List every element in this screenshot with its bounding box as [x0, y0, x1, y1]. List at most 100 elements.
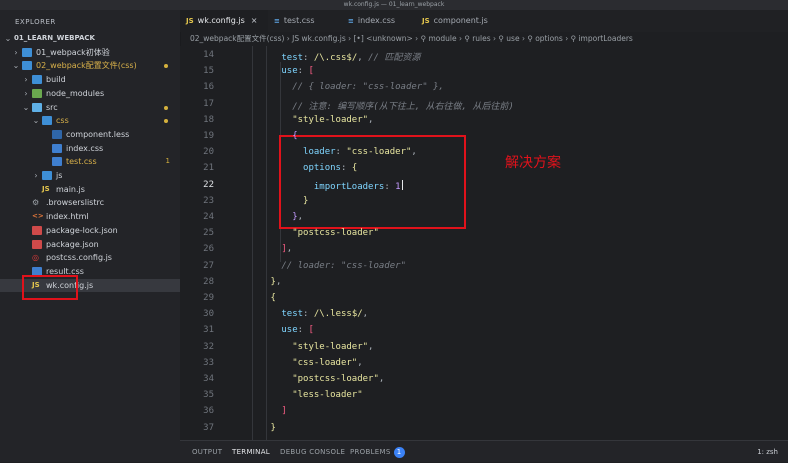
chevron-right-icon[interactable]: › [32, 169, 40, 182]
line-number: 18 [203, 114, 214, 125]
tab-component-js[interactable]: JS component.js [416, 10, 500, 32]
code-line[interactable]: { [238, 293, 276, 303]
line-number: 34 [203, 374, 214, 384]
code-line[interactable]: ], [238, 244, 292, 254]
code-line[interactable]: } [238, 423, 276, 433]
line-number: 28 [203, 276, 214, 287]
breadcrumb[interactable]: 02_webpack配置文件(css) › JS wk.config.js › … [180, 32, 788, 46]
tree-item-label: package-lock.json [46, 225, 118, 235]
css-file-icon [52, 143, 62, 153]
code-line[interactable]: // { loader: "css-loader" }, [238, 82, 444, 92]
code-line[interactable]: } [238, 196, 308, 206]
tree-item-label: index.html [46, 212, 89, 222]
line-number: 23 [203, 195, 214, 206]
less-file-icon [52, 129, 62, 139]
tree-item[interactable]: ⚙ .browserslistrc [0, 196, 180, 209]
close-icon[interactable]: × [251, 16, 258, 25]
code-line[interactable]: "style-loader", [238, 342, 373, 352]
tree-item[interactable]: package-lock.json [0, 224, 180, 237]
tree-item[interactable]: ⌄ 01_LEARN_WEBPACK [0, 32, 180, 45]
panel-tab-problems[interactable]: PROBLEMS 1 [350, 441, 405, 463]
tree-item[interactable]: <> index.html [0, 210, 180, 223]
json-file-icon [32, 225, 42, 235]
editor-tabs: JS wk.config.js × ≡ test.css ≡ index.css JS comp… [180, 10, 788, 32]
tab-test-css[interactable]: ≡ test.css [268, 10, 342, 32]
code-line[interactable]: loader: "css-loader", [238, 147, 417, 157]
line-number: 19 [203, 131, 214, 141]
tree-item-label: build [46, 75, 66, 85]
tree-item[interactable]: ⌄ 02_webpack配置文件(css) [0, 59, 180, 72]
line-number: 15 [203, 66, 214, 77]
chevron-down-icon[interactable]: ⌄ [22, 101, 30, 114]
folder-css-icon [42, 116, 52, 126]
terminal-shell-select[interactable]: 1: zsh [757, 441, 778, 463]
code-line[interactable]: // 注意: 编写顺序(从下往上, 从右往做, 从后往前) [238, 99, 514, 112]
explorer-header: EXPLORER [15, 18, 56, 26]
line-number: 30 [203, 309, 214, 320]
code-line[interactable]: options: { [238, 163, 357, 173]
code-line[interactable]: { [238, 131, 297, 141]
tab-wk-config-js[interactable]: JS wk.config.js × [180, 10, 268, 32]
line-number: 17 [203, 98, 214, 109]
code-line[interactable]: use: [ [238, 325, 314, 335]
problem-count: 1 [165, 157, 170, 166]
line-number: 16 [203, 82, 214, 93]
tree-item-label: 01_webpack初体验 [36, 47, 110, 57]
problems-badge: 1 [393, 447, 405, 458]
tree-item[interactable]: › 01_webpack初体验 [0, 46, 180, 59]
line-number: 29 [203, 293, 214, 303]
panel-tab-debug-console[interactable]: DEBUG CONSOLE [280, 441, 345, 463]
tree-item[interactable]: component.less [0, 128, 180, 141]
line-number: 24 [203, 212, 214, 222]
code-line[interactable]: "postcss-loader" [238, 228, 379, 238]
tree-item[interactable]: › build [0, 73, 180, 86]
explorer-sidebar: EXPLORER ⌄ 01_LEARN_WEBPACK › 01_webpack初体验… [0, 10, 181, 462]
code-line[interactable]: "css-loader", [238, 358, 362, 368]
code-line[interactable]: }, [238, 212, 303, 222]
code-line[interactable]: "style-loader", [238, 115, 373, 125]
tree-item-label: main.js [56, 184, 85, 194]
modified-dot [164, 119, 168, 124]
code-line[interactable]: }, [238, 277, 282, 287]
panel-tab-output[interactable]: OUTPUT [192, 441, 222, 463]
tree-item-label: package.json [46, 239, 99, 249]
tree-item[interactable]: JS main.js [0, 183, 180, 196]
line-number: 35 [203, 390, 214, 401]
solution-annotation: 解决方案 [505, 155, 561, 171]
tree-item[interactable]: ◎ postcss.config.js [0, 251, 180, 264]
chevron-down-icon[interactable]: ⌄ [4, 32, 12, 45]
tree-item[interactable]: › js [0, 169, 180, 182]
code-line[interactable]: importLoaders: 1 [238, 179, 403, 192]
tree-item[interactable]: package.json [0, 238, 180, 251]
chevron-right-icon[interactable]: › [12, 46, 20, 59]
code-line[interactable]: test: /\.less$/, [238, 309, 368, 319]
tree-item-label: 01_LEARN_WEBPACK [14, 34, 95, 42]
tree-item[interactable]: ⌄ css [0, 114, 180, 127]
tree-item[interactable]: test.css 1 [0, 155, 180, 168]
chevron-right-icon[interactable]: › [22, 73, 30, 86]
tree-item-label: .browserslistrc [46, 198, 104, 208]
code-line[interactable]: ] [238, 406, 286, 416]
tab-label: component.js [433, 16, 488, 25]
tree-item[interactable]: index.css [0, 142, 180, 155]
code-line[interactable]: "less-loader" [238, 390, 362, 400]
panel-tab-label: TERMINAL [232, 448, 270, 456]
css-file-icon: ≡ [274, 17, 280, 25]
tree-item-label: component.less [66, 129, 130, 139]
code-line[interactable]: // loader: "css-loader" [238, 261, 406, 271]
code-line[interactable]: use: [ [238, 66, 314, 76]
tree-item-label: node_modules [46, 88, 105, 98]
code-line[interactable]: test: /\.css$/, // 匹配资源 [238, 50, 420, 63]
line-number: 22 [203, 179, 214, 190]
chevron-down-icon[interactable]: ⌄ [12, 59, 20, 72]
tab-index-css[interactable]: ≡ index.css [342, 10, 416, 32]
tree-item[interactable]: ⌄ src [0, 101, 180, 114]
panel-tab-terminal[interactable]: TERMINAL [232, 441, 270, 463]
chevron-down-icon[interactable]: ⌄ [32, 114, 40, 127]
code-editor[interactable]: 解决方案 14 test: /\.css$/, // 匹配资源 15 use: [… [180, 46, 788, 440]
chevron-right-icon[interactable]: › [22, 87, 30, 100]
code-line[interactable]: "postcss-loader", [238, 374, 384, 384]
modified-dot [164, 64, 168, 69]
tree-item-label: postcss.config.js [46, 253, 112, 263]
tree-item[interactable]: › node_modules [0, 87, 180, 100]
